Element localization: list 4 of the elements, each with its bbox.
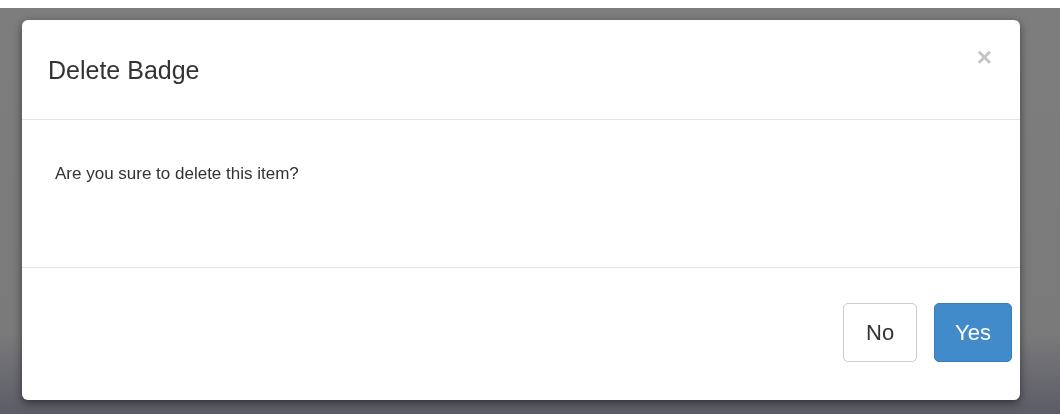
dialog-message: Are you sure to delete this item?: [55, 164, 299, 183]
dialog-title: Delete Badge: [48, 55, 200, 85]
confirm-button[interactable]: Yes: [934, 303, 1012, 362]
cancel-button[interactable]: No: [843, 303, 918, 362]
